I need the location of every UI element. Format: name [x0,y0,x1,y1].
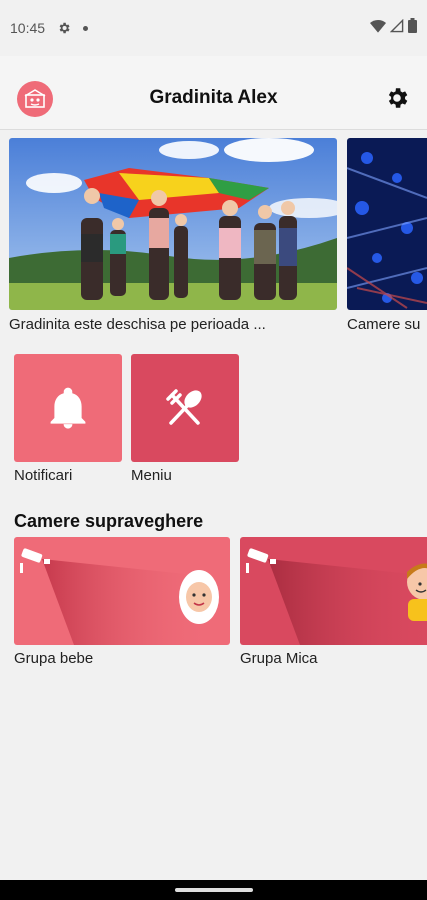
news-caption: Camere su [347,316,421,333]
news-image-camera-hardware [347,138,427,310]
system-nav-bar [0,880,427,900]
dot-icon [83,25,89,31]
app-bar: Gradinita Alex [0,56,427,130]
camera-card-grupa-bebe[interactable] [14,537,230,645]
battery-icon [408,18,417,36]
news-caption: Gradinita este deschisa pe perioada ... [9,316,266,333]
menu-tile[interactable] [131,354,239,462]
settings-button[interactable] [383,84,411,112]
home-gesture-handle[interactable] [175,888,253,892]
notifications-label: Notificari [14,467,73,484]
notifications-tile[interactable] [14,354,122,462]
page-title: Gradinita Alex [149,87,278,108]
status-time: 10:45 [10,20,46,36]
fork-spoon-icon [166,389,202,425]
news-image-children-parachute [9,138,337,310]
security-camera-icon [20,548,50,573]
gear-icon [388,88,408,108]
news-carousel[interactable]: Gradinita este deschisa pe perioada ... [0,138,427,338]
status-bar: 10:45 [0,0,427,56]
camera-label-grupa-mica: Grupa Mica [240,650,318,667]
wifi-icon [370,19,386,36]
news-card[interactable]: Camere su [347,138,427,333]
menu-label: Meniu [131,467,172,484]
camera-label-grupa-bebe: Grupa bebe [14,650,94,667]
gear-icon [57,21,71,35]
camera-card-grupa-mica[interactable] [240,537,427,645]
bell-icon [50,387,86,429]
cameras-section-title: Camere supraveghere [14,511,204,531]
baby-icon [179,570,219,624]
security-camera-icon [246,548,276,573]
news-card[interactable]: Gradinita este deschisa pe perioada ... [9,138,337,333]
cellular-icon [389,18,404,36]
